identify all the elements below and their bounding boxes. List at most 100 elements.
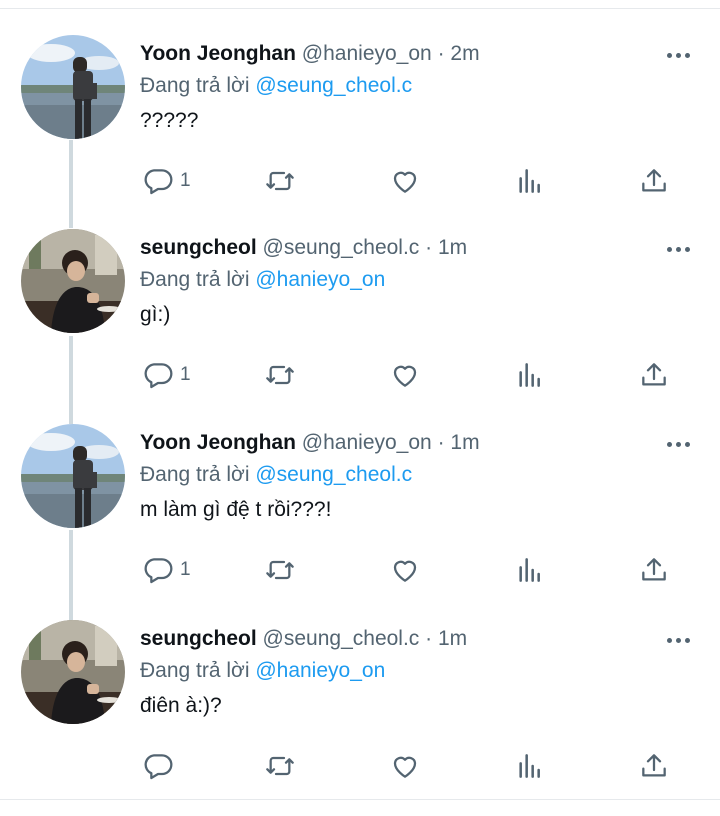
replying-to: Đang trả lời @hanieyo_on [140,267,385,293]
author-name[interactable]: Yoon Jeonghan [140,431,296,454]
share-icon [642,754,666,777]
views-button[interactable] [514,161,546,201]
reply-button[interactable] [142,746,180,786]
like-icon [393,756,417,778]
avatar-seungcheol-icon [21,620,125,724]
more-options-icon[interactable] [664,49,692,61]
replying-to-label: Đang trả lời [140,659,250,682]
bottom-divider [0,799,720,800]
action-bar: 1 [0,161,720,201]
replying-to: Đang trả lời @hanieyo_on [140,658,385,684]
avatar-yoon-jeonghan-icon [21,424,125,528]
avatar-yoon-jeonghan-icon [21,35,125,139]
avatar[interactable] [21,620,125,724]
mention-link[interactable]: @seung_cheol.c [255,74,412,97]
reply-icon [144,558,173,584]
views-button[interactable] [514,355,546,395]
mention-link[interactable]: @hanieyo_on [255,659,385,682]
replying-to-label: Đang trả lời [140,74,250,97]
author-handle[interactable]: @seung_cheol.c [263,627,420,650]
reply-icon [144,754,173,780]
replying-to-label: Đang trả lời [140,463,250,486]
more-options-icon[interactable] [664,438,692,450]
like-icon [393,560,417,582]
avatar[interactable] [21,229,125,333]
reply-count: 1 [180,170,191,191]
tweet[interactable]: seungcheol @seung_cheol.c · 1m Đang trả … [0,620,720,816]
retweet-icon [266,365,294,385]
author-name[interactable]: Yoon Jeonghan [140,42,296,65]
tweet-header: Yoon Jeonghan @hanieyo_on · 1m [140,430,480,456]
views-icon [519,169,540,193]
author-name[interactable]: seungcheol [140,236,257,259]
avatar-seungcheol-icon [21,229,125,333]
views-icon [519,558,540,582]
reply-button[interactable]: 1 [142,355,191,395]
action-bar: 1 [0,355,720,395]
replying-to: Đang trả lời @seung_cheol.c [140,73,412,99]
mention-link[interactable]: @hanieyo_on [255,268,385,291]
like-icon [393,171,417,193]
replying-to: Đang trả lời @seung_cheol.c [140,462,412,488]
tweet-text: ????? [140,109,199,132]
timestamp[interactable]: 2m [450,42,479,65]
share-button[interactable] [638,746,670,786]
retweet-icon [266,560,294,580]
tweet[interactable]: Yoon Jeonghan @hanieyo_on · 1m Đang trả … [0,424,720,620]
reply-icon [144,169,173,195]
separator-dot: · [425,236,433,259]
tweet-header: Yoon Jeonghan @hanieyo_on · 2m [140,41,480,67]
separator-dot: · [425,627,433,650]
timestamp[interactable]: 1m [450,431,479,454]
tweet-text: gì:) [140,303,171,326]
timestamp[interactable]: 1m [438,627,467,650]
reply-button[interactable]: 1 [142,161,191,201]
tweet-text: điên à:)? [140,694,222,717]
retweet-button[interactable] [264,550,296,590]
reply-icon [144,363,173,389]
more-options-icon[interactable] [664,243,692,255]
like-button[interactable] [389,161,421,201]
share-button[interactable] [638,550,670,590]
avatar[interactable] [21,424,125,528]
share-icon [642,558,666,581]
tweet-header: seungcheol @seung_cheol.c · 1m [140,235,467,261]
retweet-icon [266,171,294,191]
retweet-icon [266,756,294,776]
like-button[interactable] [389,550,421,590]
views-icon [519,754,540,778]
like-button[interactable] [389,746,421,786]
reply-button[interactable]: 1 [142,550,191,590]
views-icon [519,363,540,387]
share-icon [642,363,666,386]
mention-link[interactable]: @seung_cheol.c [255,463,412,486]
author-name[interactable]: seungcheol [140,627,257,650]
retweet-button[interactable] [264,746,296,786]
author-handle[interactable]: @seung_cheol.c [263,236,420,259]
share-button[interactable] [638,161,670,201]
timestamp[interactable]: 1m [438,236,467,259]
author-handle[interactable]: @hanieyo_on [302,42,432,65]
like-icon [393,365,417,387]
author-handle[interactable]: @hanieyo_on [302,431,432,454]
share-icon [642,169,666,192]
avatar[interactable] [21,35,125,139]
retweet-button[interactable] [264,161,296,201]
separator-dot: · [437,431,445,454]
tweet[interactable]: seungcheol @seung_cheol.c · 1m Đang trả … [0,229,720,425]
tweet-header: seungcheol @seung_cheol.c · 1m [140,626,467,652]
reply-count: 1 [180,559,191,580]
views-button[interactable] [514,746,546,786]
like-button[interactable] [389,355,421,395]
top-divider [0,8,720,9]
separator-dot: · [437,42,445,65]
action-bar [0,746,720,786]
tweet-text: m làm gì đệ t rồi???! [140,498,332,521]
retweet-button[interactable] [264,355,296,395]
tweet[interactable]: Yoon Jeonghan @hanieyo_on · 2m Đang trả … [0,35,720,231]
share-button[interactable] [638,355,670,395]
views-button[interactable] [514,550,546,590]
more-options-icon[interactable] [664,634,692,646]
reply-count: 1 [180,364,191,385]
replying-to-label: Đang trả lời [140,268,250,291]
